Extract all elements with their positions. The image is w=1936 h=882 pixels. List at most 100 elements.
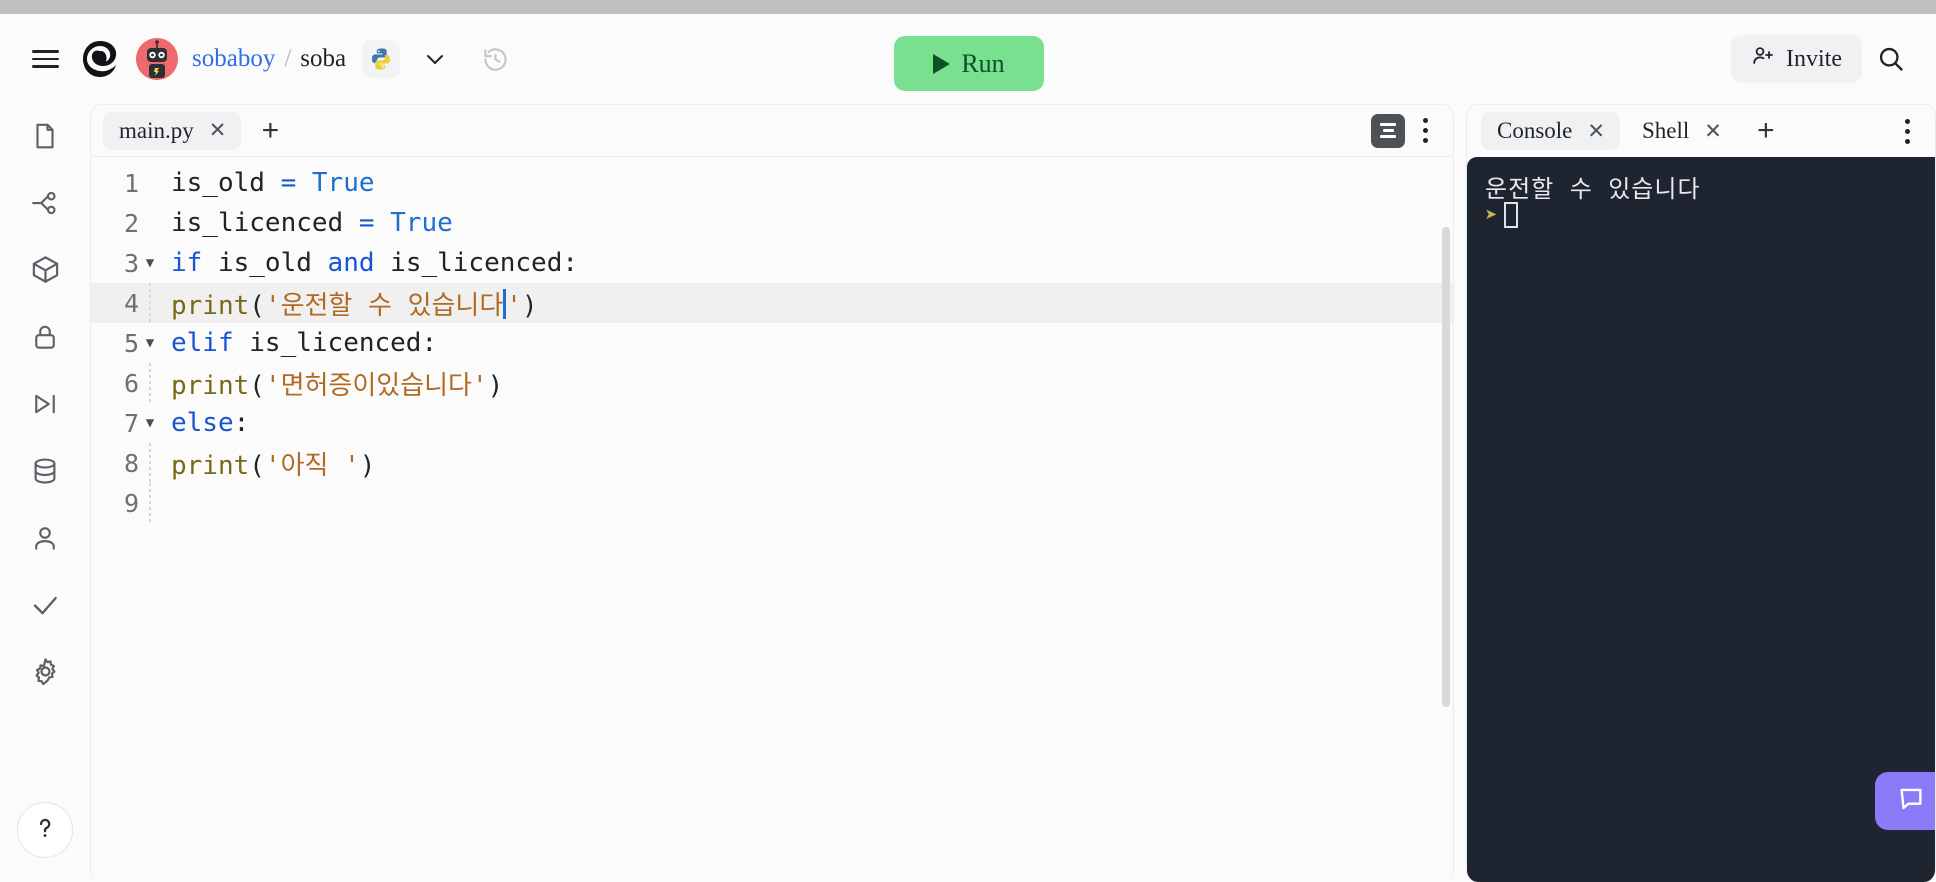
line-number: 4 — [123, 288, 139, 318]
close-x-icon[interactable]: ✕ — [1701, 119, 1725, 144]
run-button-label: Run — [961, 48, 1005, 78]
invite-button[interactable]: Invite — [1731, 35, 1862, 83]
tab-console[interactable]: Console ✕ — [1481, 112, 1620, 150]
editor-pane: main.py ✕ + 1 is_old = True 2 is_licence… — [90, 104, 1454, 882]
console-output[interactable]: 운전할 수 있습니다 ➤ — [1467, 157, 1935, 882]
text-caret — [503, 289, 507, 319]
plus-icon[interactable]: + — [253, 114, 287, 148]
plus-icon[interactable]: + — [1749, 114, 1783, 148]
sidebar-item-debugger[interactable] — [17, 378, 73, 434]
code-line: 7 ▼ else: — [91, 403, 1453, 443]
sidebar-item-settings[interactable] — [17, 646, 73, 702]
step-play-icon — [30, 389, 60, 424]
tab-label: Console — [1497, 118, 1573, 143]
person-icon — [30, 523, 60, 558]
search-icon[interactable] — [1868, 36, 1914, 82]
header-left-group: sobaboy / soba — [22, 36, 518, 82]
console-tabbar: Console ✕ Shell ✕ + — [1467, 105, 1935, 157]
indent-guide — [139, 363, 161, 403]
tab-main-py[interactable]: main.py ✕ — [103, 111, 242, 150]
package-cube-icon — [30, 254, 61, 290]
sidebar-item-database[interactable] — [17, 445, 73, 501]
run-button[interactable]: Run — [894, 36, 1044, 91]
editor-vertical-scrollbar[interactable] — [1442, 227, 1450, 707]
code-text: else: — [171, 408, 250, 438]
prompt-arrow-icon: ➤ — [1485, 203, 1498, 227]
editor-tabbar: main.py ✕ + — [91, 105, 1453, 157]
sidebar-item-secrets[interactable] — [17, 311, 73, 367]
breadcrumb-owner[interactable]: sobaboy — [192, 45, 275, 73]
sidebar-item-git[interactable] — [17, 177, 73, 233]
breadcrumb-separator: / — [284, 45, 292, 72]
gear-icon — [30, 656, 61, 692]
code-text: print('운전할 수 있습니다 ') — [171, 289, 538, 321]
tab-label: Shell — [1642, 118, 1690, 143]
question-mark-icon — [31, 814, 59, 847]
code-line: 2 is_licenced = True — [91, 203, 1453, 243]
fold-toggle[interactable]: ▼ — [139, 256, 161, 270]
avatar[interactable] — [136, 38, 178, 80]
sidebar-item-checks[interactable] — [17, 579, 73, 635]
indent-guide — [139, 283, 161, 323]
code-text: print('아직 ') — [171, 450, 376, 481]
code-editor[interactable]: 1 is_old = True 2 is_licenced = True 3 ▼ — [91, 157, 1453, 882]
editor-console-panes: main.py ✕ + 1 is_old = True 2 is_licence… — [90, 104, 1936, 882]
fold-toggle[interactable]: ▼ — [139, 336, 161, 350]
code-text: is_licenced = True — [171, 208, 453, 238]
indent-guide — [139, 443, 161, 483]
code-line-active: 4 print('운전할 수 있습니다 ') — [91, 283, 1453, 323]
line-number: 2 — [123, 208, 139, 238]
sidebar-item-account[interactable] — [17, 512, 73, 568]
close-x-icon[interactable]: ✕ — [1584, 119, 1608, 144]
top-header-bar: sobaboy / soba Run Invite — [0, 14, 1936, 104]
chevron-down-icon[interactable] — [412, 36, 458, 82]
line-number: 6 — [123, 368, 139, 398]
hamburger-lines — [31, 50, 59, 68]
sidebar-item-packages[interactable] — [17, 244, 73, 300]
breadcrumb-repl-name[interactable]: soba — [300, 45, 346, 73]
code-line: 3 ▼ if is_old and is_licenced: — [91, 243, 1453, 283]
left-tool-rail — [0, 104, 90, 882]
console-tabbar-actions — [1891, 113, 1923, 149]
tab-label: main.py — [119, 117, 194, 143]
history-clock-icon[interactable] — [472, 36, 518, 82]
line-number: 8 — [123, 448, 139, 478]
indent-guide — [139, 483, 161, 523]
code-line: 9 — [91, 483, 1453, 523]
hamburger-menu-icon[interactable] — [22, 36, 68, 82]
database-icon — [30, 456, 60, 491]
code-text: if is_old and is_licenced: — [171, 248, 579, 278]
line-number: 7 — [123, 408, 139, 438]
chat-assistant-button[interactable] — [1875, 772, 1935, 830]
editor-tabbar-actions — [1371, 113, 1441, 149]
more-options-vertical-icon[interactable] — [1891, 113, 1923, 149]
breadcrumb: sobaboy / soba — [192, 45, 346, 73]
fold-toggle[interactable]: ▼ — [139, 416, 161, 430]
line-number: 9 — [123, 488, 139, 518]
play-triangle-icon — [933, 53, 951, 74]
code-text: is_old = True — [171, 168, 375, 198]
header-right-group: Invite — [1731, 35, 1914, 83]
code-line: 6 print('면허증이있습니다') — [91, 363, 1453, 403]
format-document-icon[interactable] — [1371, 113, 1405, 148]
help-button[interactable] — [17, 802, 73, 858]
git-branch-icon — [30, 188, 60, 223]
file-icon — [30, 121, 60, 156]
line-number: 1 — [123, 168, 139, 198]
tab-shell[interactable]: Shell ✕ — [1626, 112, 1737, 150]
sidebar-item-files[interactable] — [17, 110, 73, 166]
console-caret — [1503, 202, 1518, 228]
replit-workspace: sobaboy / soba Run Invite main.py ✕ + 1 … — [0, 14, 1936, 882]
code-text: print('면허증이있습니다') — [171, 370, 504, 401]
lock-icon — [30, 322, 60, 357]
line-number: 5 — [123, 328, 139, 358]
console-pane: Console ✕ Shell ✕ + 운전할 수 있습니다 ➤ — [1466, 104, 1936, 882]
console-output-line: 운전할 수 있습니다 — [1485, 175, 1701, 203]
code-line: 8 print('아직 ') — [91, 443, 1453, 483]
close-x-icon[interactable]: ✕ — [206, 118, 230, 143]
replit-logo-icon[interactable] — [80, 39, 120, 79]
line-number: 3 — [123, 248, 139, 278]
code-text: elif is_licenced: — [171, 328, 438, 358]
more-options-vertical-icon[interactable] — [1409, 113, 1441, 149]
python-logo-icon[interactable] — [362, 40, 401, 78]
